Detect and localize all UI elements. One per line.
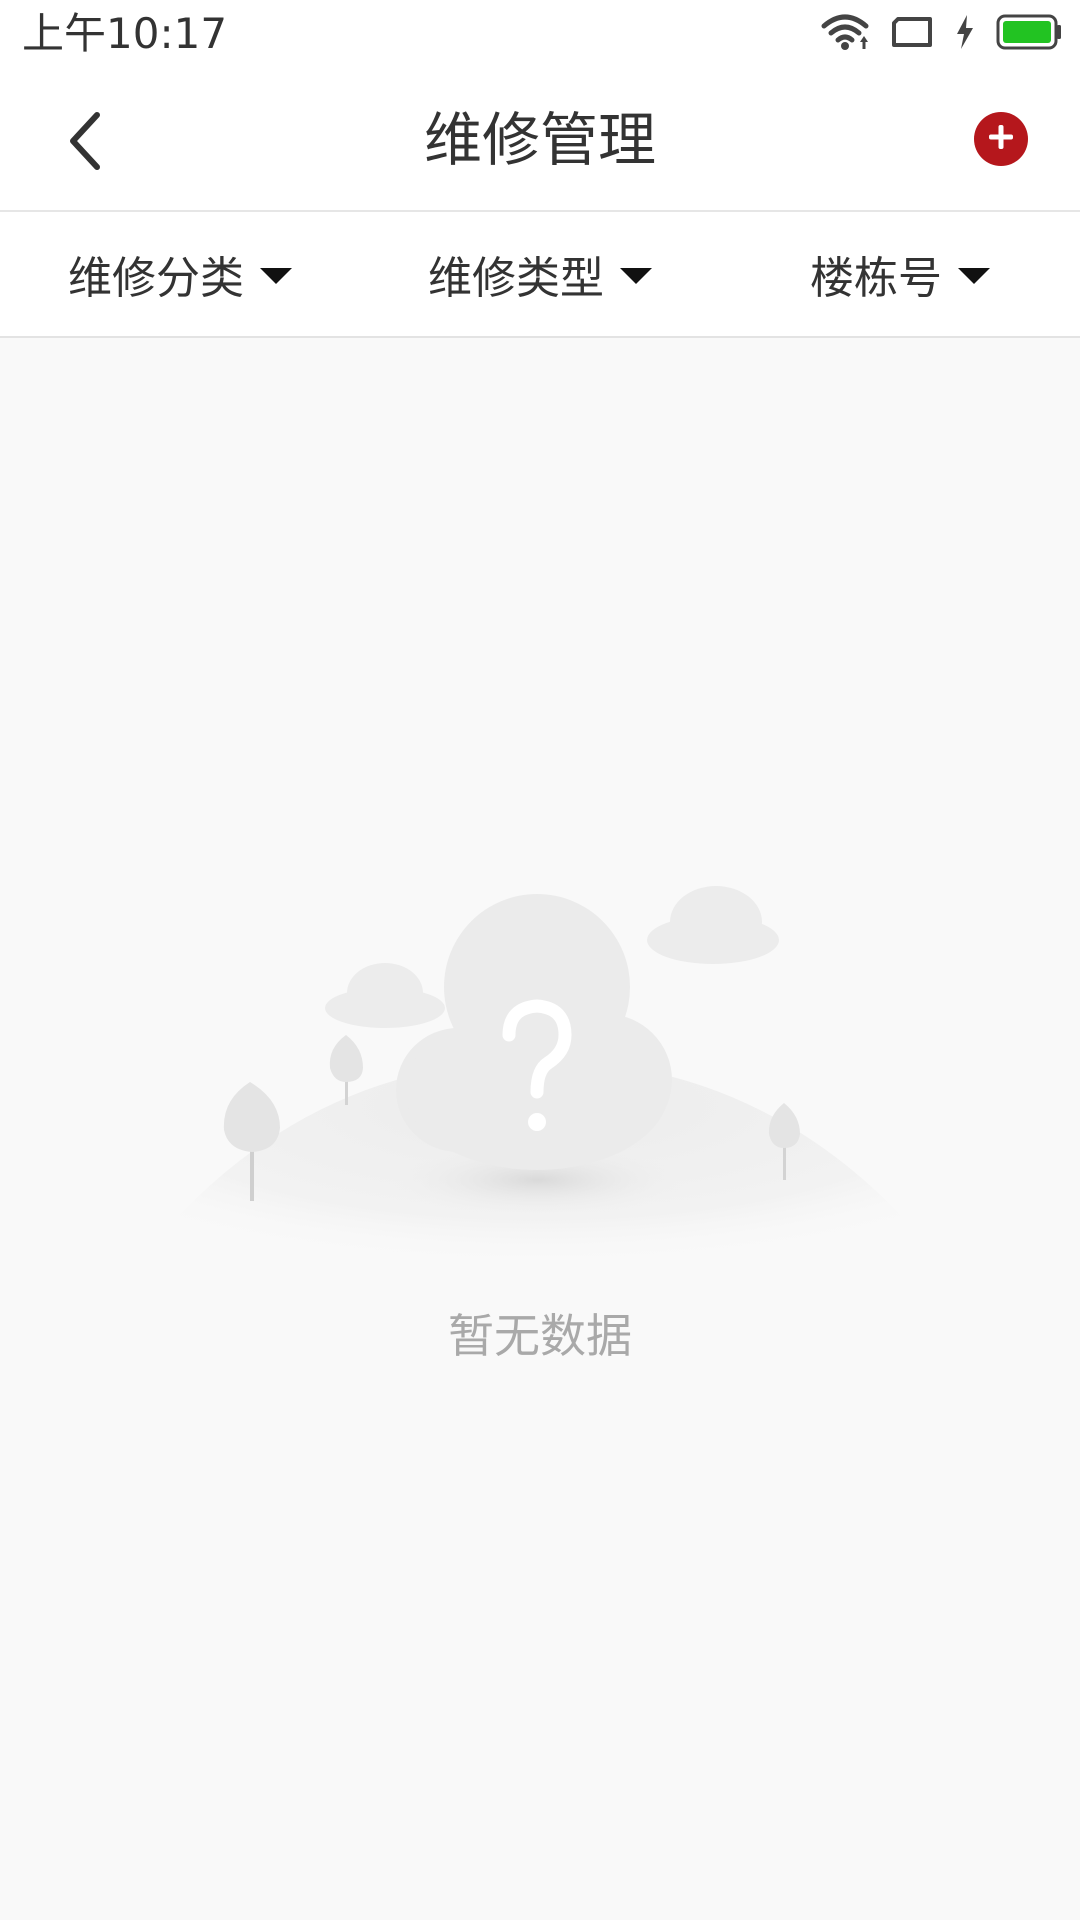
status-bar: 上午10:17 <box>0 0 1080 70</box>
filter-building-number[interactable]: 楼栋号 <box>810 212 990 336</box>
caret-down-icon <box>260 268 292 284</box>
cloud-icon <box>647 886 779 964</box>
screen-rotation-icon <box>890 16 934 52</box>
page-title: 维修管理 <box>423 106 656 174</box>
filter-label: 维修类型 <box>428 253 604 304</box>
plus-circle-icon <box>986 122 1016 156</box>
caret-down-icon <box>620 268 652 284</box>
app-header: 维修管理 <box>0 70 1080 212</box>
status-icons <box>820 12 1062 56</box>
add-button[interactable] <box>974 112 1028 166</box>
wifi-icon <box>820 12 870 56</box>
caret-down-icon <box>958 268 990 284</box>
battery-icon <box>996 14 1062 54</box>
status-time: 上午10:17 <box>22 9 228 58</box>
cloud-icon <box>325 963 445 1028</box>
empty-state-message: 暂无数据 <box>448 1309 632 1363</box>
filter-label: 楼栋号 <box>810 253 942 304</box>
back-button[interactable] <box>40 98 130 188</box>
filter-bar: 维修分类 维修类型 楼栋号 <box>0 212 1080 338</box>
filter-label: 维修分类 <box>68 253 244 304</box>
cloud-question-icon <box>396 894 672 1170</box>
filter-repair-type[interactable]: 维修类型 <box>428 212 652 336</box>
chevron-left-icon <box>63 109 107 177</box>
charging-bolt-icon <box>954 14 976 54</box>
filter-repair-category[interactable]: 维修分类 <box>68 212 292 336</box>
